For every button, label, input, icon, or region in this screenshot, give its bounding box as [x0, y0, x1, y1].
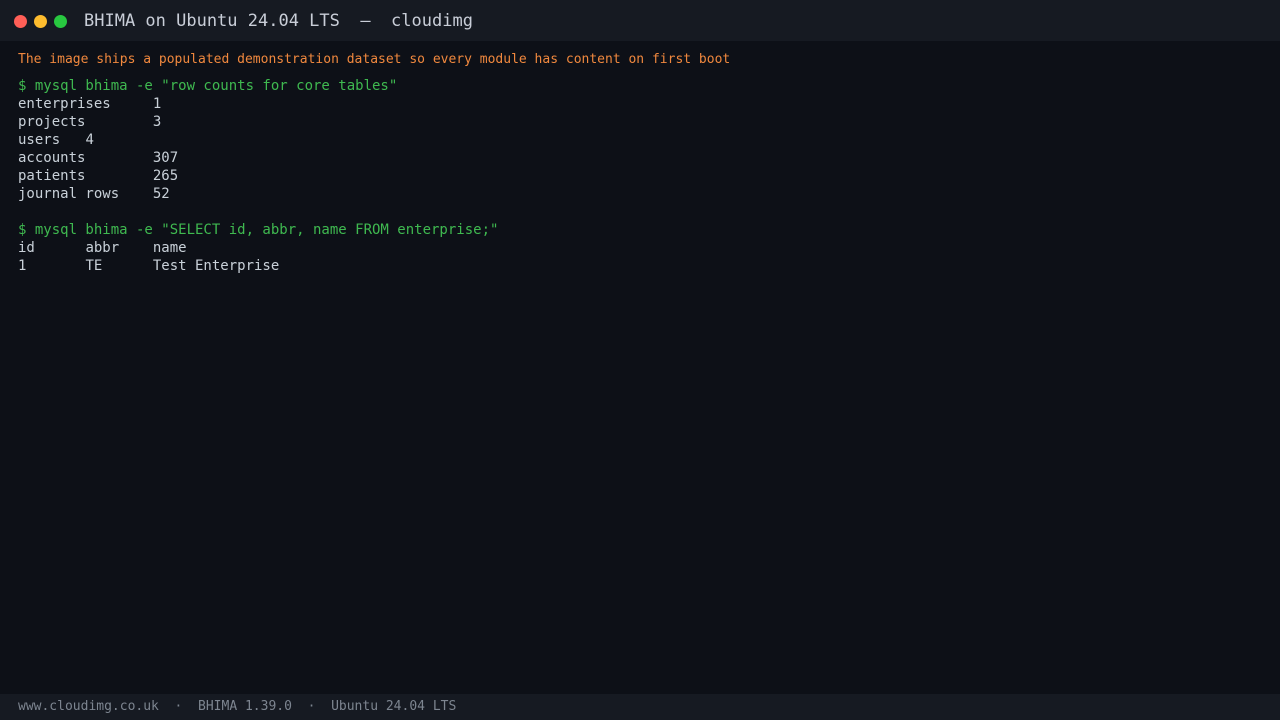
dataset-notice: The image ships a populated demonstratio…	[18, 52, 731, 67]
window-title: BHIMA on Ubuntu 24.04 LTS — cloudimg	[84, 11, 473, 31]
footer-text: www.cloudimg.co.uk · BHIMA 1.39.0 · Ubun…	[18, 699, 457, 714]
command-line: $ mysql bhima -e "row counts for core ta…	[18, 78, 398, 94]
terminal-output[interactable]: The image ships a populated demonstratio…	[18, 51, 1262, 293]
output-line: users 4	[18, 132, 94, 148]
output-line: id abbr name	[18, 240, 187, 256]
output-line: journal rows 52	[18, 186, 170, 202]
minimize-window-icon[interactable]	[34, 15, 47, 28]
close-window-icon[interactable]	[14, 15, 27, 28]
output-line: accounts 307	[18, 150, 179, 166]
output-line: enterprises 1	[18, 96, 162, 112]
status-footer: www.cloudimg.co.uk · BHIMA 1.39.0 · Ubun…	[0, 694, 1280, 720]
command-line: $ mysql bhima -e "SELECT id, abbr, name …	[18, 222, 499, 238]
window-titlebar: BHIMA on Ubuntu 24.04 LTS — cloudimg	[0, 0, 1280, 41]
command-block: $ mysql bhima -e "SELECT id, abbr, name …	[18, 221, 1262, 275]
output-line: projects 3	[18, 114, 162, 130]
maximize-window-icon[interactable]	[54, 15, 67, 28]
command-block: $ mysql bhima -e "row counts for core ta…	[18, 77, 1262, 203]
output-line: patients 265	[18, 168, 179, 184]
output-line: 1 TE Test Enterprise	[18, 258, 280, 274]
